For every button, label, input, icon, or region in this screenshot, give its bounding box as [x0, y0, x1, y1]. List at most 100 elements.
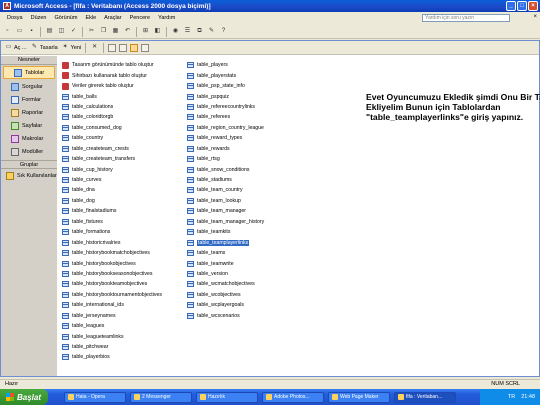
maximize-button[interactable]: □	[517, 1, 527, 11]
table-list-item[interactable]: table_teamwrite	[187, 258, 264, 268]
table-list-item[interactable]: table_reward_types	[187, 133, 264, 143]
table-list-item[interactable]: table_teams	[187, 248, 264, 258]
table-list-item[interactable]: table_snow_conditions	[187, 164, 264, 174]
taskbar-task[interactable]: fifa : Veritaban...	[394, 391, 456, 403]
table-list-item[interactable]: table_teamkits	[187, 227, 264, 237]
table-list-item[interactable]: table_psp_state_info	[187, 81, 264, 91]
table-list-item[interactable]: table_balls	[62, 91, 162, 101]
table-list-item[interactable]: table_stadiums	[187, 175, 264, 185]
menu-help[interactable]: Yardım	[154, 15, 179, 21]
menu-insert[interactable]: Ekle	[81, 15, 100, 21]
table-list-item[interactable]: table_teamplayerlinks	[187, 237, 264, 247]
analyze-icon[interactable]: ◧	[153, 27, 162, 36]
language-indicator[interactable]: TR	[508, 394, 515, 400]
help-search-input[interactable]: Yardım için soru yazın	[422, 14, 510, 22]
nav-item-macros[interactable]: Makrolar	[1, 132, 57, 145]
table-list-item[interactable]: table_coloridtorgb	[62, 112, 162, 122]
minimize-button[interactable]: _	[506, 1, 516, 11]
nav-item-tables[interactable]: Tablolar	[3, 66, 55, 79]
relationships-icon[interactable]: ⧉	[195, 27, 204, 36]
copy-icon[interactable]: ❐	[99, 27, 108, 36]
taskbar-task[interactable]: 2 Messenger	[130, 391, 192, 403]
help-icon[interactable]: ?	[219, 27, 228, 36]
nav-item-reports[interactable]: Raporlar	[1, 106, 57, 119]
table-list-item[interactable]: Tasarım görünümünde tablo oluştur	[62, 60, 162, 70]
table-list-item[interactable]: table_historybookobjectives	[62, 258, 162, 268]
menu-tools[interactable]: Araçlar	[100, 15, 125, 21]
table-list-item[interactable]: table_country	[62, 133, 162, 143]
table-list-item[interactable]: table_pspquiz	[187, 91, 264, 101]
table-list-item[interactable]: table_team_manager	[187, 206, 264, 216]
table-list-item[interactable]: table_historybookseasonobjectives	[62, 269, 162, 279]
table-list-item[interactable]: table_dog	[62, 196, 162, 206]
list-view-button[interactable]	[130, 43, 139, 52]
delete-icon[interactable]: ✕	[90, 43, 99, 52]
menu-view[interactable]: Görünüm	[51, 15, 82, 21]
table-list-item[interactable]: table_pitchwear	[62, 342, 162, 352]
table-list-item[interactable]: table_createteam_crests	[62, 144, 162, 154]
table-list-item[interactable]: table_rewards	[187, 144, 264, 154]
open-icon[interactable]: ▭	[15, 27, 24, 36]
table-list-item[interactable]: table_international_ids	[62, 300, 162, 310]
menu-edit[interactable]: Düzen	[27, 15, 51, 21]
table-list-item[interactable]: Sihirbazı kullanarak tablo oluştur	[62, 70, 162, 80]
menu-file[interactable]: Dosya	[3, 15, 27, 21]
new-icon[interactable]: ▫	[3, 27, 12, 36]
new-button[interactable]: ✶ Yeni	[61, 43, 82, 52]
table-list-item[interactable]: table_leagueteamlinks	[62, 331, 162, 341]
table-list-item[interactable]: table_wcplayergoals	[187, 300, 264, 310]
table-list-item[interactable]: table_createteam_transfers	[62, 154, 162, 164]
taskbar-task[interactable]: Adobe Photos...	[262, 391, 324, 403]
spell-icon[interactable]: ✓	[69, 27, 78, 36]
groups-header[interactable]: Gruplar	[1, 160, 57, 169]
nav-item-queries[interactable]: Sorgular	[1, 80, 57, 93]
large-icons-view-button[interactable]	[108, 43, 117, 52]
table-list-item[interactable]: table_team_manager_history	[187, 217, 264, 227]
paste-icon[interactable]: ▦	[111, 27, 120, 36]
objects-header[interactable]: Nesneler	[1, 56, 57, 65]
save-icon[interactable]: ▪	[27, 27, 36, 36]
table-list-item[interactable]: table_fixtures	[62, 217, 162, 227]
nav-item-modules[interactable]: Modüller	[1, 145, 57, 158]
table-list-item[interactable]: table_wcscenarios	[187, 311, 264, 321]
nav-item-favorites[interactable]: Sık Kullanılanlar	[1, 169, 57, 182]
open-button[interactable]: ▭ Aç…	[4, 43, 27, 52]
details-view-button[interactable]	[141, 43, 150, 52]
table-list-item[interactable]: table_calculations	[62, 102, 162, 112]
close-button[interactable]: ×	[528, 1, 538, 11]
print-icon[interactable]: ▤	[45, 27, 54, 36]
nav-item-pages[interactable]: Sayfalar	[1, 119, 57, 132]
table-list-item[interactable]: table_historybookmatchobjectives	[62, 248, 162, 258]
table-list-item[interactable]: table_wcmatchobjectives	[187, 279, 264, 289]
links-icon[interactable]: ⊞	[141, 27, 150, 36]
table-list-item[interactable]: table_referees	[187, 112, 264, 122]
table-list-item[interactable]: table_leagues	[62, 321, 162, 331]
table-list-item[interactable]: table_team_country	[187, 185, 264, 195]
table-list-item[interactable]: table_team_lookup	[187, 196, 264, 206]
nav-item-forms[interactable]: Formlar	[1, 93, 57, 106]
table-list-item[interactable]: table_playerstats	[187, 70, 264, 80]
table-list-item[interactable]: table_wcobjectives	[187, 290, 264, 300]
new-object-icon[interactable]: ✎	[207, 27, 216, 36]
table-list-item[interactable]: table_dna	[62, 185, 162, 195]
table-list-item[interactable]: table_rtsg	[187, 154, 264, 164]
table-list-item[interactable]: table_formations	[62, 227, 162, 237]
table-list-item[interactable]: table_historybooktournamentobjectives	[62, 290, 162, 300]
table-list-item[interactable]: Veriler girerek tablo oluştur	[62, 81, 162, 91]
table-list-item[interactable]: table_playerbios	[62, 352, 162, 362]
properties-icon[interactable]: ☰	[183, 27, 192, 36]
table-list-item[interactable]: table_finalstadiums	[62, 206, 162, 216]
table-list-item[interactable]: table_consumed_dog	[62, 123, 162, 133]
table-list-item[interactable]: table_historybookteamobjectives	[62, 279, 162, 289]
table-list-item[interactable]: table_jerseynames	[62, 311, 162, 321]
taskbar-task[interactable]: Web Page Maker	[328, 391, 390, 403]
preview-icon[interactable]: ◫	[57, 27, 66, 36]
code-icon[interactable]: ◉	[171, 27, 180, 36]
table-list-item[interactable]: table_players	[187, 60, 264, 70]
close-document-icon[interactable]: ×	[533, 14, 537, 20]
table-list-item[interactable]: table_version	[187, 269, 264, 279]
taskbar-task[interactable]: Hata - Opera	[64, 391, 126, 403]
small-icons-view-button[interactable]	[119, 43, 128, 52]
menu-window[interactable]: Pencere	[126, 15, 155, 21]
table-list-item[interactable]: table_cup_history	[62, 164, 162, 174]
